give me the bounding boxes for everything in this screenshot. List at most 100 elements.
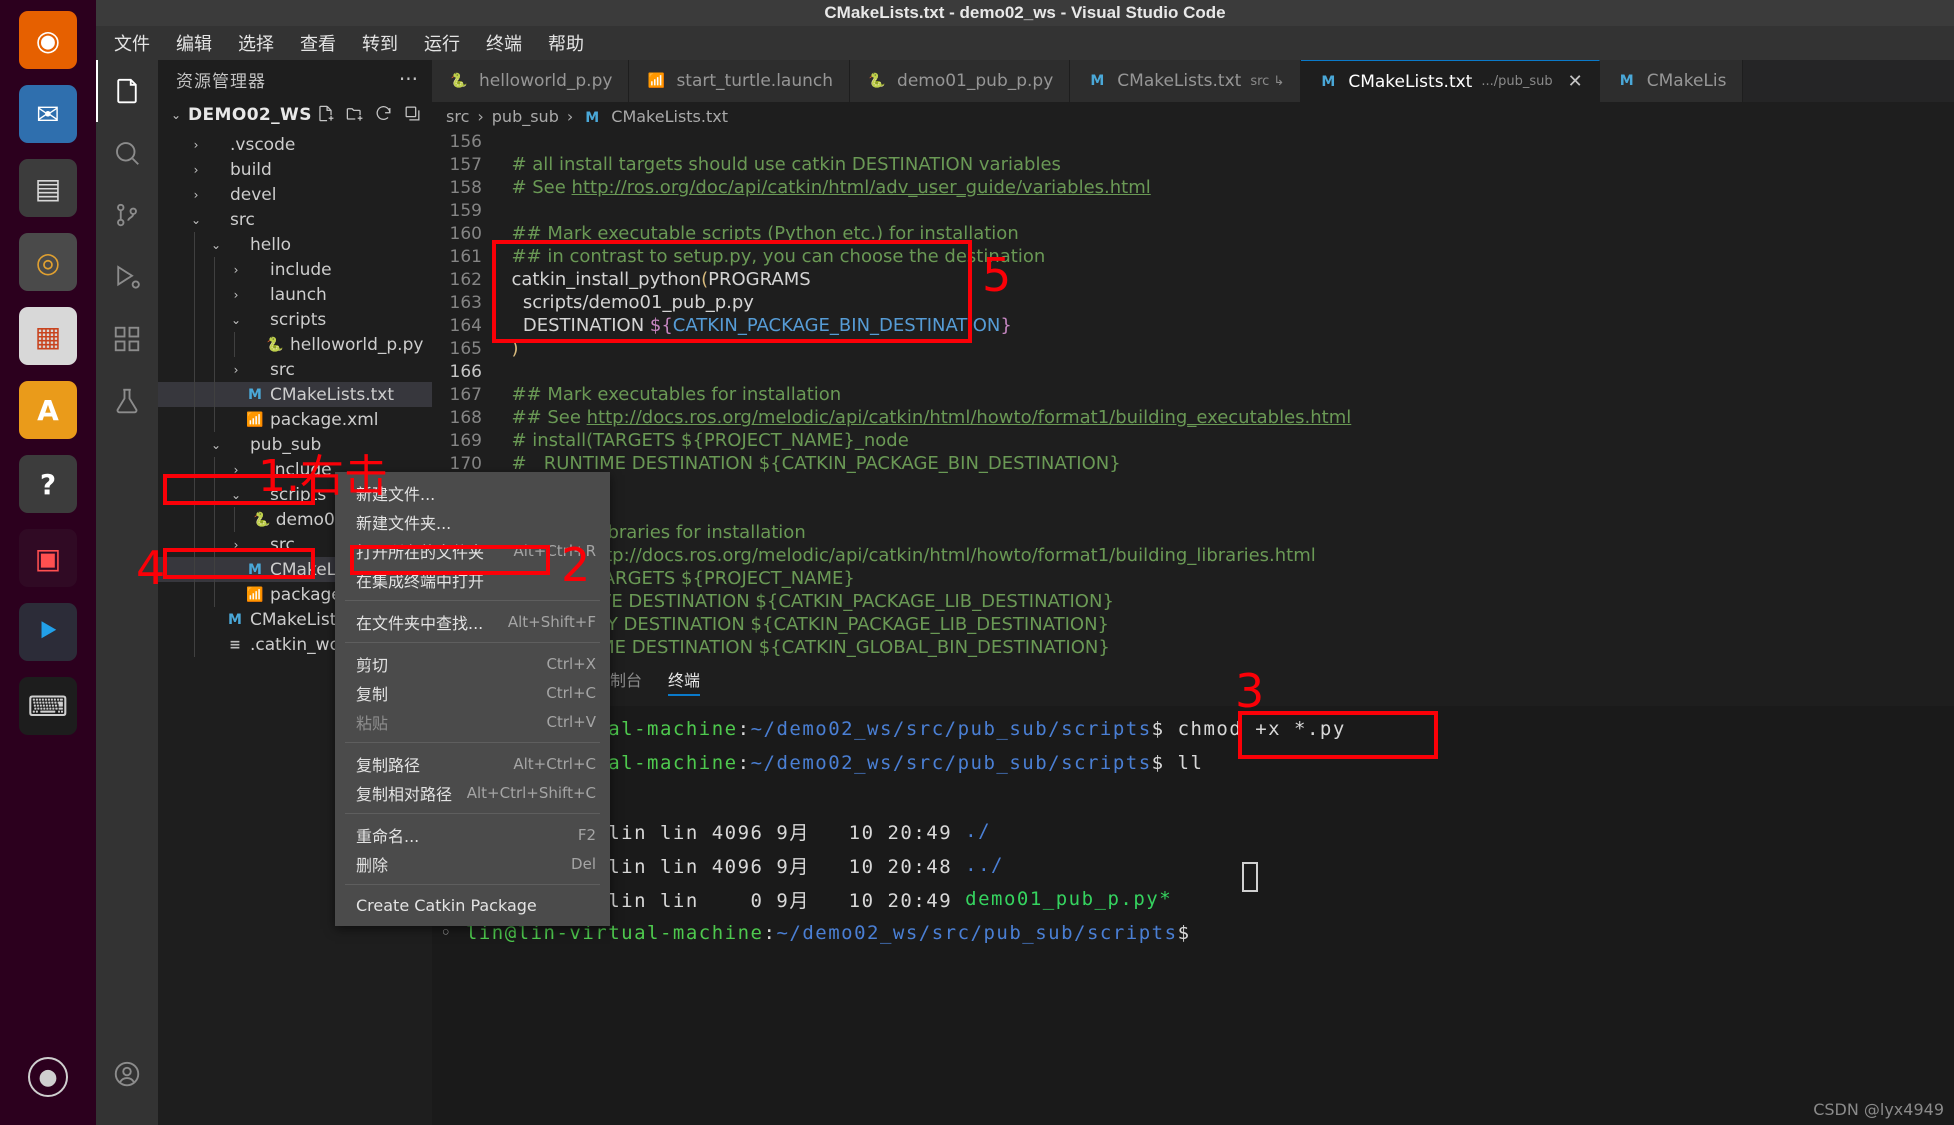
- context-menu-item-12[interactable]: Create Catkin Package: [335, 891, 610, 920]
- menu-bar[interactable]: 文件 编辑 选择 查看 转到 运行 终端 帮助: [96, 26, 1954, 60]
- code-line-168[interactable]: 168 ## See http://docs.ros.org/melodic/a…: [432, 406, 1954, 429]
- libreoffice-impress-icon[interactable]: ▦: [14, 302, 82, 370]
- refresh-icon[interactable]: [374, 104, 393, 127]
- tree-item-package-xml[interactable]: 📶 package.xml: [158, 407, 432, 432]
- code-line-156[interactable]: 156: [432, 130, 1954, 153]
- context-menu-item-5[interactable]: 剪切 Ctrl+X: [335, 649, 610, 678]
- terminal-line-0: lin@lin-virtual-machine:~/demo02_ws/src/…: [440, 712, 1954, 746]
- workspace-root-row[interactable]: ⌄ DEMO02_WS: [158, 98, 432, 132]
- tree-item-helloworld_p-py[interactable]: 🐍 helloworld_p.py: [158, 332, 432, 357]
- code-line-158[interactable]: 158 # See http://ros.org/doc/api/catkin/…: [432, 176, 1954, 199]
- search-icon[interactable]: [96, 122, 158, 184]
- chevron-down-icon[interactable]: ⌄: [208, 238, 224, 252]
- editor-tab-3[interactable]: M CMakeLists.txt src ↳: [1070, 60, 1302, 102]
- chevron-right-icon[interactable]: ›: [188, 138, 204, 152]
- code-line-171[interactable]: 171 # ): [432, 475, 1954, 498]
- user-account-icon[interactable]: ●: [14, 1043, 82, 1111]
- close-icon[interactable]: ✕: [1568, 71, 1583, 92]
- terminal-icon[interactable]: ▣: [14, 524, 82, 592]
- chevron-down-icon[interactable]: ⌄: [208, 438, 224, 452]
- menu-item-5[interactable]: 运行: [414, 27, 470, 59]
- code-line-175[interactable]: 175 # install(TARGETS ${PROJECT_NAME}: [432, 567, 1954, 590]
- tree-item-launch[interactable]: › launch: [158, 282, 432, 307]
- context-menu-item-9[interactable]: 复制相对路径 Alt+Ctrl+Shift+C: [335, 778, 610, 807]
- rhythmbox-icon[interactable]: ◎: [14, 228, 82, 296]
- firefox-icon[interactable]: ◉: [14, 6, 82, 74]
- code-line-170[interactable]: 170 # RUNTIME DESTINATION ${CATKIN_PACKA…: [432, 452, 1954, 475]
- line-number: 156: [449, 131, 482, 152]
- explorer-more-icon[interactable]: ···: [399, 67, 418, 91]
- menu-item-3[interactable]: 查看: [290, 27, 346, 59]
- context-menu-item-11[interactable]: 删除 Del: [335, 849, 610, 878]
- tree-item--vscode[interactable]: › .vscode: [158, 132, 432, 157]
- editor-tab-2[interactable]: 🐍 demo01_pub_p.py: [850, 60, 1071, 102]
- breadcrumb-part-0[interactable]: src: [446, 107, 469, 126]
- run-debug-icon[interactable]: [96, 246, 158, 308]
- context-menu-item-1[interactable]: 新建文件夹...: [335, 507, 610, 536]
- tree-item-src[interactable]: › src: [158, 357, 432, 382]
- code-line-178[interactable]: 178 # RUNTIME DESTINATION ${CATKIN_GLOBA…: [432, 636, 1954, 659]
- tree-item-scripts[interactable]: ⌄ scripts: [158, 307, 432, 332]
- chevron-down-icon[interactable]: ⌄: [188, 213, 204, 227]
- tree-item-include[interactable]: › include: [158, 257, 432, 282]
- collapse-all-icon[interactable]: [403, 104, 422, 127]
- context-menu-item-4[interactable]: 在文件夹中查找... Alt+Shift+F: [335, 607, 610, 636]
- code-line-167[interactable]: 167 ## Mark executables for installation: [432, 383, 1954, 406]
- new-folder-icon[interactable]: [345, 104, 364, 127]
- tree-item-devel[interactable]: › devel: [158, 182, 432, 207]
- chevron-down-icon[interactable]: ⌄: [228, 313, 244, 327]
- code-line-177[interactable]: 177 # LIBRARY DESTINATION ${CATKIN_PACKA…: [432, 613, 1954, 636]
- editor-tab-0[interactable]: 🐍 helloworld_p.py: [432, 60, 630, 102]
- files-icon[interactable]: ▤: [14, 154, 82, 222]
- tree-item-hello[interactable]: ⌄ hello: [158, 232, 432, 257]
- context-menu-item-6[interactable]: 复制 Ctrl+C: [335, 678, 610, 707]
- menu-item-1[interactable]: 编辑: [166, 27, 222, 59]
- tree-item-src[interactable]: ⌄ src: [158, 207, 432, 232]
- menu-item-4[interactable]: 转到: [352, 27, 408, 59]
- menu-item-0[interactable]: 文件: [104, 27, 160, 59]
- chevron-right-icon[interactable]: ›: [188, 163, 204, 177]
- code-line-157[interactable]: 157 # all install targets should use cat…: [432, 153, 1954, 176]
- code-line-166[interactable]: 166: [432, 360, 1954, 383]
- context-menu-item-8[interactable]: 复制路径 Alt+Ctrl+C: [335, 749, 610, 778]
- chevron-right-icon[interactable]: ›: [228, 263, 244, 277]
- breadcrumb-part-2[interactable]: CMakeLists.txt: [611, 107, 728, 126]
- terminal-token: $: [1177, 922, 1204, 944]
- chevron-right-icon[interactable]: ›: [228, 363, 244, 377]
- context-menu-label: 粘贴: [356, 713, 389, 733]
- menu-item-7[interactable]: 帮助: [538, 27, 594, 59]
- source-control-icon[interactable]: [96, 184, 158, 246]
- code-line-172[interactable]: 172: [432, 498, 1954, 521]
- amazon-icon[interactable]: A: [14, 376, 82, 444]
- tree-item-cmakelists-txt[interactable]: M CMakeLists.txt: [158, 382, 432, 407]
- code-editor[interactable]: 156 157 # all install targets should use …: [432, 130, 1954, 660]
- new-file-icon[interactable]: [316, 104, 335, 127]
- chevron-right-icon[interactable]: ›: [228, 288, 244, 302]
- editor-tab-5[interactable]: M CMakeLis: [1599, 60, 1744, 102]
- code-line-176[interactable]: 176 # ARCHIVE DESTINATION ${CATKIN_PACKA…: [432, 590, 1954, 613]
- panel-tab-3[interactable]: 终端: [668, 667, 700, 696]
- menu-item-6[interactable]: 终端: [476, 27, 532, 59]
- code-line-173[interactable]: 173 ## Mark libraries for installation: [432, 521, 1954, 544]
- editor-tab-1[interactable]: 📶 start_turtle.launch: [629, 60, 851, 102]
- thunderbird-icon[interactable]: ✉: [14, 80, 82, 148]
- tree-item-build[interactable]: › build: [158, 157, 432, 182]
- context-menu-item-10[interactable]: 重命名... F2: [335, 820, 610, 849]
- context-menu-item-7[interactable]: 粘贴 Ctrl+V: [335, 707, 610, 736]
- chevron-down-icon[interactable]: ⌄: [168, 108, 184, 122]
- vscode-icon[interactable]: ⯈: [14, 598, 82, 666]
- accounts-icon[interactable]: [96, 1043, 158, 1105]
- terminal-output[interactable]: lin@lin-virtual-machine:~/demo02_ws/src/…: [432, 706, 1954, 1125]
- help-icon[interactable]: ?: [14, 450, 82, 518]
- extensions-icon[interactable]: [96, 308, 158, 370]
- editor-tab-4[interactable]: M CMakeLists.txt .../pub_sub ✕: [1301, 60, 1600, 102]
- code-line-174[interactable]: 174 ## See http://docs.ros.org/melodic/a…: [432, 544, 1954, 567]
- menu-item-2[interactable]: 选择: [228, 27, 284, 59]
- testing-icon[interactable]: [96, 370, 158, 432]
- code-line-159[interactable]: 159: [432, 199, 1954, 222]
- terminal2-icon[interactable]: ⌨: [14, 672, 82, 740]
- breadcrumb-part-1[interactable]: pub_sub: [492, 107, 559, 126]
- chevron-right-icon[interactable]: ›: [188, 188, 204, 202]
- code-line-169[interactable]: 169 # install(TARGETS ${PROJECT_NAME}_no…: [432, 429, 1954, 452]
- explorer-icon[interactable]: [96, 60, 158, 122]
